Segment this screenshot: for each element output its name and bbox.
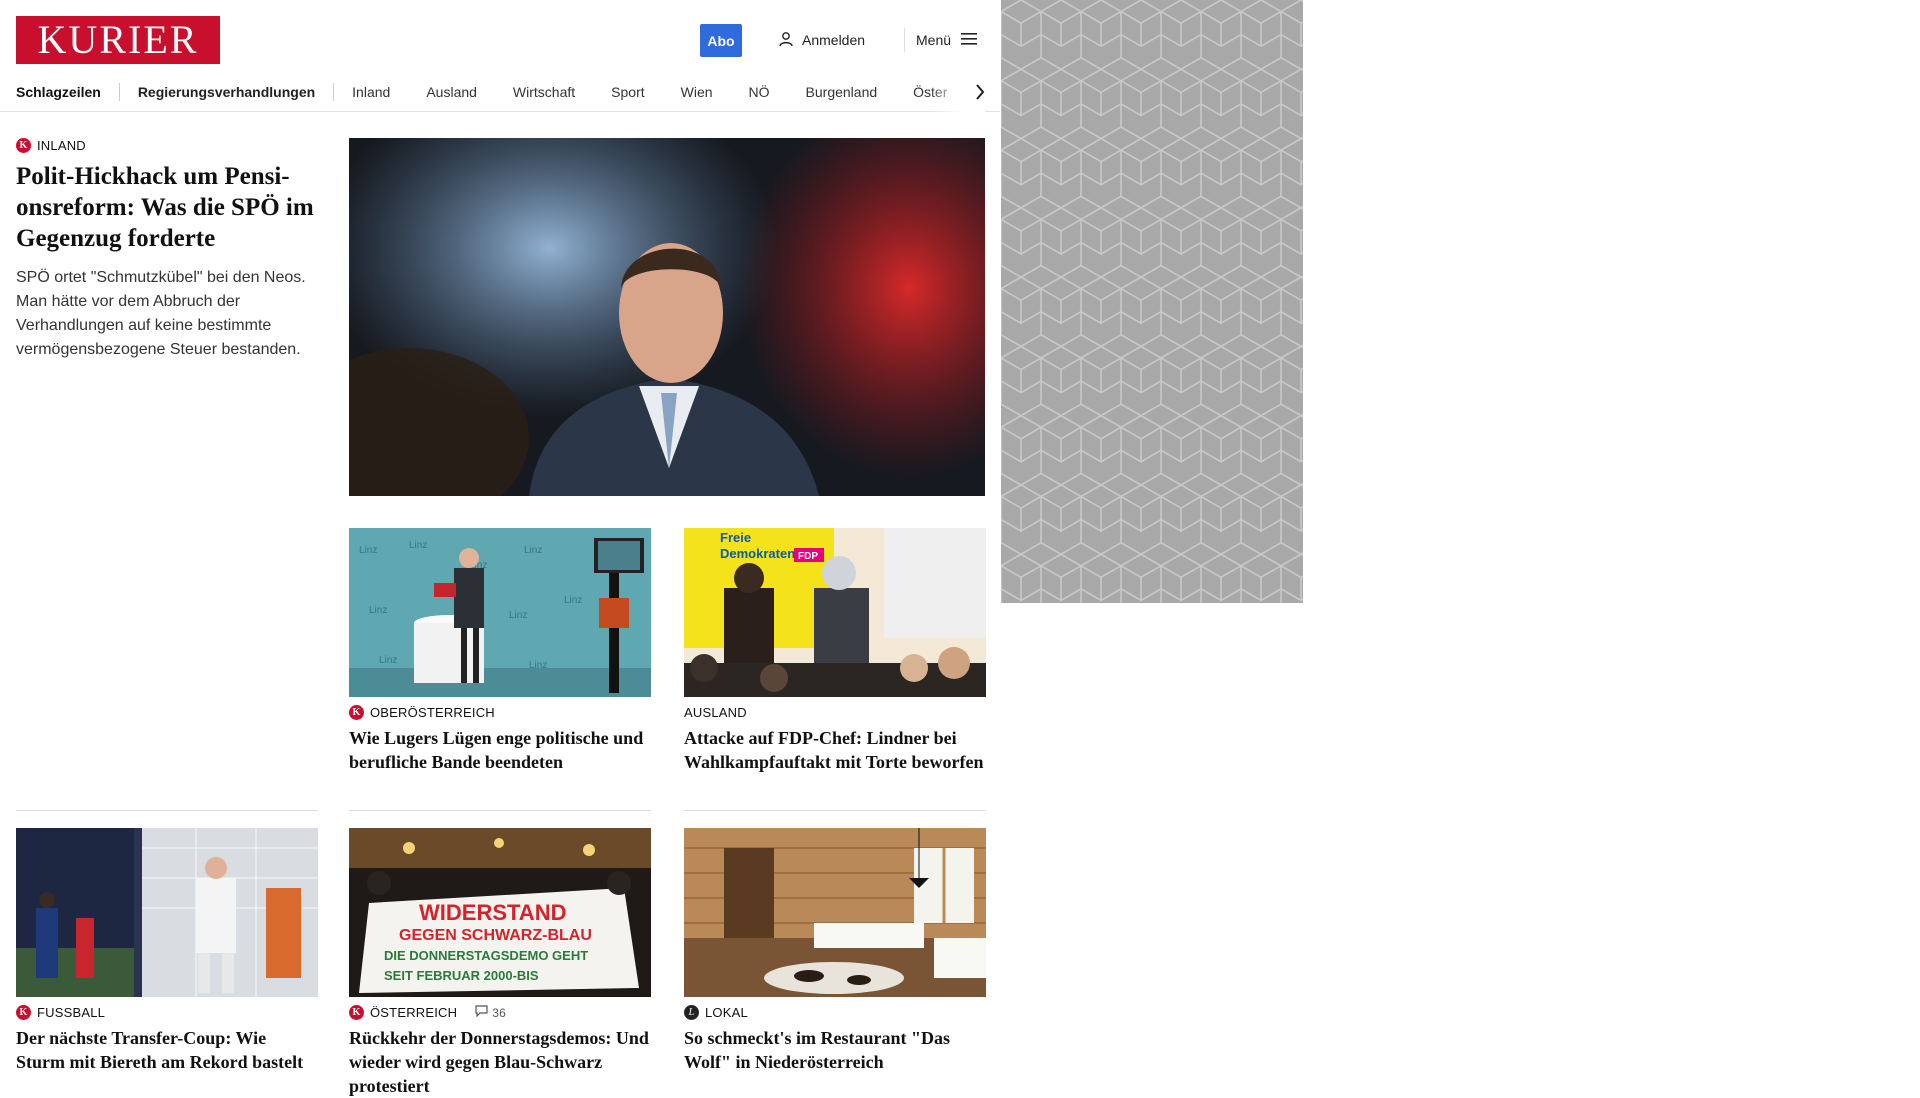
article-image-demo[interactable]: WIDERSTAND GEGEN SCHWARZ-BLAU DIE DONNER… [349,828,651,997]
abo-label: Abo [707,32,735,49]
article-category: K ÖSTERREICH 36 [349,1005,651,1020]
article-card[interactable]: Freie Demokraten FDP AUSLAND Attacke auf… [684,528,986,774]
row-divider [349,810,651,811]
article-category: l LOKAL [684,1005,986,1020]
nav-divider [333,83,335,101]
article-card[interactable]: K FUSSBALL Der nächste Transfer-Coup: Wi… [16,828,318,1074]
nav-item-wien[interactable]: Wien [681,84,713,100]
login-button[interactable]: Anmelden [778,28,865,52]
nav-item-inland[interactable]: Inland [352,84,390,100]
article-image-fdp-event[interactable]: Freie Demokraten FDP [684,528,986,697]
row-divider [684,810,986,811]
user-icon [778,31,794,50]
nav-scroll-right-button[interactable] [970,82,990,102]
nav-divider [118,83,120,101]
category-label: ÖSTERREICH [370,1005,458,1020]
fdp-logo-text: FDP [798,551,818,562]
category-label: FUSSBALL [37,1005,106,1020]
linz-backdrop-text: Linz [369,605,387,616]
article-headline[interactable]: Attacke auf FDP-Chef: Lindner bei Wahlka… [684,726,986,774]
ad-panel[interactable] [1001,0,1303,603]
fdp-banner-text: Freie [720,530,751,545]
article-category: K INLAND [16,138,318,153]
linz-backdrop-text: Linz [379,655,397,666]
article-image-restaurant[interactable] [684,828,986,997]
article-headline[interactable]: Der nächste Transfer-Coup: Wie Sturm mit… [16,1026,318,1074]
abo-button[interactable]: Abo [700,24,742,57]
category-label: OBERÖSTERREICH [370,705,495,720]
category-label: INLAND [37,138,86,153]
article-card[interactable]: l LOKAL So schmeckt's im Restaurant "Das… [684,828,986,1074]
article-category: K OBERÖSTERREICH [349,705,651,720]
demo-banner-text: SEIT FEBRUAR 2000-BIS [384,968,539,983]
demo-banner-text: DIE DONNERSTAGSDEMO GEHT [384,948,588,963]
nav-item-schlagzeilen[interactable]: Schlagzeilen [16,84,101,100]
linz-backdrop-text: Linz [409,540,427,551]
category-label: AUSLAND [684,705,747,720]
nav-item-sport[interactable]: Sport [611,84,644,100]
article-category: K FUSSBALL [16,1005,318,1020]
linz-backdrop-text: Linz [359,545,377,556]
hero-image[interactable] [349,138,985,496]
row-divider [16,810,318,811]
article-image-linz-press[interactable]: Linz Linz Linz Linz Linz Linz Linz Linz … [349,528,651,697]
nav-item-burgenland[interactable]: Burgenland [806,84,878,100]
article-image-football[interactable] [16,828,318,997]
article-headline[interactable]: Rückkehr der Donnerstagsdemos: Und wiede… [349,1026,651,1098]
kurier-k-icon: K [349,705,364,720]
comment-count: 36 [492,1005,506,1020]
article-category: AUSLAND [684,705,986,720]
main-nav: Schlagzeilen Regierungsverhandlungen Inl… [0,72,1000,112]
chevron-right-icon [970,84,990,105]
nav-item-noe[interactable]: NÖ [749,84,770,100]
demo-banner-text: GEGEN SCHWARZ-BLAU [399,927,592,944]
linz-backdrop-text: Linz [509,610,527,621]
nav-item-regierungsverhandlungen[interactable]: Regierungsverhandlungen [138,84,315,100]
kurier-logo[interactable]: KURIER [16,16,220,64]
lead-article[interactable]: K INLAND Polit-Hickhack um Pensi­onsrefo… [16,138,318,362]
kurier-k-icon: K [16,1005,31,1020]
kurier-k-icon: K [16,138,31,153]
menu-button[interactable]: Menü [916,28,978,52]
lead-teaser: SPÖ ortet "Schmutzkübel" bei den Neos. M… [16,269,306,358]
logo-text: KURIER [37,17,199,62]
login-label: Anmelden [802,32,866,48]
linz-backdrop-text: Linz [564,595,582,606]
comments-link[interactable]: 36 [475,1005,506,1020]
nav-item-wirtschaft[interactable]: Wirtschaft [513,84,575,100]
demo-banner-text: WIDERSTAND [419,900,566,925]
article-card[interactable]: Linz Linz Linz Linz Linz Linz Linz Linz … [349,528,651,774]
linz-backdrop-text: Linz [524,545,542,556]
lokal-icon: l [684,1005,699,1020]
article-headline[interactable]: Wie Lugers Lügen enge politische und ber… [349,726,651,774]
article-headline[interactable]: So schmeckt's im Restaurant "Das Wolf" i… [684,1026,986,1074]
header-divider [904,28,905,52]
site-header: KURIER Abo Anmelden Menü Schlagzeilen Re… [0,0,1000,112]
hamburger-icon [961,32,978,49]
article-card[interactable]: WIDERSTAND GEGEN SCHWARZ-BLAU DIE DONNER… [349,828,651,1098]
comment-icon [475,1005,488,1020]
kurier-k-icon: K [349,1005,364,1020]
lead-headline[interactable]: Polit-Hickhack um Pensi­onsreform: Was d… [16,161,318,254]
category-label: LOKAL [705,1005,748,1020]
menu-label: Menü [916,32,952,48]
fdp-banner-text: Demokraten [720,546,795,561]
nav-item-ausland[interactable]: Ausland [426,84,477,100]
